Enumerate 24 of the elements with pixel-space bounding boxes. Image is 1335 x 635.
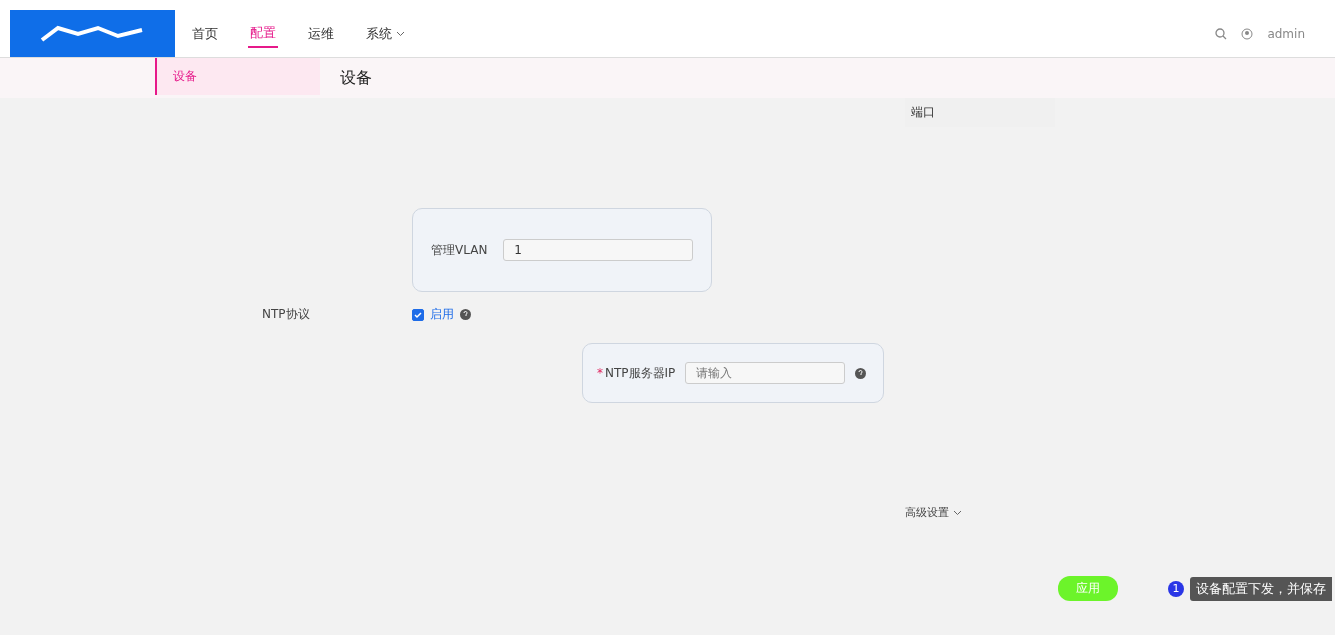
tooltip: 设备配置下发，并保存 (1190, 576, 1332, 601)
required-mark: * (597, 366, 603, 380)
chevron-down-icon (953, 509, 962, 516)
search-icon[interactable] (1215, 27, 1228, 40)
help-icon[interactable] (460, 309, 471, 320)
user-icon[interactable] (1241, 27, 1254, 40)
page-title: 设备 (340, 67, 372, 89)
field-label: NTP服务器IP (605, 364, 676, 382)
advanced-settings-toggle[interactable]: 高级设置 (905, 505, 962, 520)
user-name[interactable]: admin (1267, 26, 1305, 41)
field-label: NTP协议 (262, 306, 311, 323)
field-label: 管理VLAN (431, 241, 488, 259)
nav-tab[interactable]: 运维 (306, 19, 336, 48)
chevron-down-icon (396, 30, 405, 37)
checkbox-label: 启用 (430, 306, 454, 323)
sidebar-item[interactable]: 设备 (155, 58, 320, 95)
nav-tab[interactable]: 配置 (248, 19, 278, 48)
ntp-server-input[interactable]: 请输入 (685, 362, 846, 384)
step-badge: 1 (1168, 580, 1184, 597)
help-icon[interactable] (855, 367, 867, 379)
checkbox[interactable] (412, 308, 424, 321)
nav-tab[interactable]: 系统 (364, 19, 407, 48)
vlan-input[interactable]: 1 (503, 239, 693, 261)
nav-tab[interactable]: 首页 (190, 19, 220, 48)
